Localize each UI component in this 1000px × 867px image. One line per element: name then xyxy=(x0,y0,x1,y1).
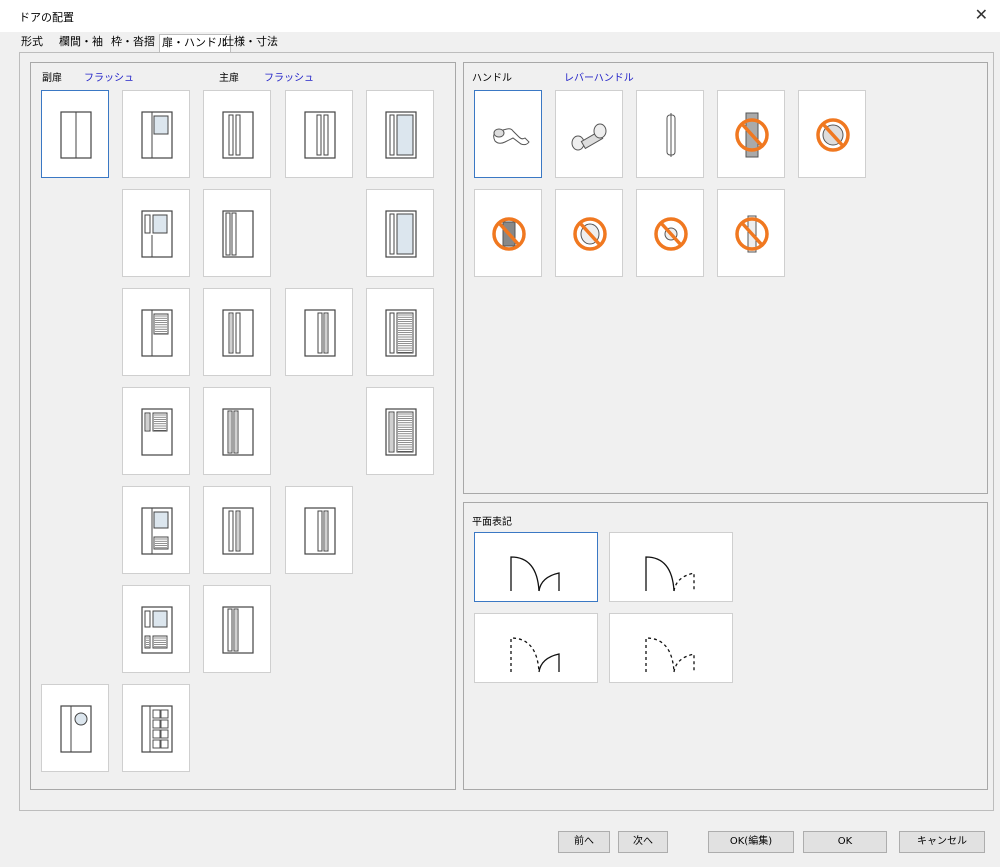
door-twin-striped-icon xyxy=(222,408,254,456)
tab-frame-sill[interactable]: 枠・沓摺 xyxy=(109,34,157,51)
tab-transom-side[interactable]: 欄間・袖 xyxy=(57,34,105,51)
door-type-window-top[interactable] xyxy=(122,90,190,178)
tab-format[interactable]: 形式 xyxy=(19,34,45,51)
door-type-frame-win[interactable] xyxy=(366,189,434,277)
plan-notation-dashed-left[interactable] xyxy=(474,613,598,683)
door-double-slit-icon xyxy=(222,210,254,258)
cancel-button[interactable]: キャンセル xyxy=(899,831,985,853)
sub-door-label: 副扉 xyxy=(42,73,62,84)
door-striped-slit-icon xyxy=(222,309,254,357)
plan-dashed-right-icon xyxy=(645,556,695,592)
door-type-window-louver[interactable] xyxy=(122,486,190,574)
main-door-label: 主扉 xyxy=(219,73,239,84)
plan-notation-solid-both[interactable] xyxy=(474,532,598,602)
door-type-slit-striped[interactable] xyxy=(203,486,271,574)
door-slit-right-icon xyxy=(304,111,336,159)
handle-type-plate-2[interactable] xyxy=(474,189,542,277)
door-window-top2-icon xyxy=(141,210,173,258)
close-icon[interactable]: ✕ xyxy=(975,5,988,24)
main-door-value: フラッシュ xyxy=(264,73,314,84)
window-title: ドアの配置 xyxy=(19,11,74,24)
door-type-louver-twin[interactable] xyxy=(122,387,190,475)
door-slit-center-icon xyxy=(222,111,254,159)
door-type-louver-frame[interactable] xyxy=(366,387,434,475)
door-frame-win-icon xyxy=(385,210,417,258)
door-slit-striped-r-icon xyxy=(304,507,336,555)
door-type-big-window[interactable] xyxy=(366,90,434,178)
handle-push-plate-icon xyxy=(735,112,769,158)
plan-solid-both-icon xyxy=(510,556,560,592)
door-type-flush-double[interactable] xyxy=(41,90,109,178)
door-type-louver-top[interactable] xyxy=(122,288,190,376)
door-louver-big-icon xyxy=(385,309,417,357)
sub-door-value: フラッシュ xyxy=(84,73,134,84)
plan-dashed-both-icon xyxy=(645,637,695,673)
handle-pull-icon xyxy=(666,113,676,157)
handle-type-round[interactable] xyxy=(798,90,866,178)
door-big-window-icon xyxy=(385,111,417,159)
tab-spec-dimension[interactable]: 仕様・寸法 xyxy=(221,34,280,51)
handle-plate-2-icon xyxy=(492,217,526,251)
handle-type-small-knob[interactable] xyxy=(636,189,704,277)
door-type-striped-slit[interactable] xyxy=(203,288,271,376)
handle-type-knob[interactable] xyxy=(555,90,623,178)
handle-type-flush-pull[interactable] xyxy=(717,189,785,277)
handle-knob-icon xyxy=(571,123,607,151)
plan-dashed-left-icon xyxy=(510,637,560,673)
door-type-window-top2[interactable] xyxy=(122,189,190,277)
door-win-louver-both-icon xyxy=(141,606,173,654)
door-flush-double-icon xyxy=(60,111,92,159)
door-striped-right-icon xyxy=(304,309,336,357)
door-type-twin-striped[interactable] xyxy=(203,387,271,475)
prev-button[interactable]: 前へ xyxy=(558,831,610,853)
handle-knob-2-icon xyxy=(573,217,607,251)
door-slit-striped-icon xyxy=(222,507,254,555)
door-grid-panels-icon xyxy=(141,705,173,753)
door-type-louver-big[interactable] xyxy=(366,288,434,376)
door-type-slit-right[interactable] xyxy=(285,90,353,178)
door-type-double-slit[interactable] xyxy=(203,189,271,277)
handle-lever-icon xyxy=(493,128,530,146)
door-type-slit-striped-r[interactable] xyxy=(285,486,353,574)
next-button[interactable]: 次へ xyxy=(618,831,668,853)
door-window-louver-icon xyxy=(141,507,173,555)
handle-flush-pull-icon xyxy=(735,215,769,253)
handle-type-knob-2[interactable] xyxy=(555,189,623,277)
door-louver-top-icon xyxy=(141,309,173,357)
plan-notation-dashed-right[interactable] xyxy=(609,532,733,602)
handle-small-knob-icon xyxy=(654,217,688,251)
ok-edit-button[interactable]: OK(編集) xyxy=(708,831,794,853)
door-type-porthole[interactable] xyxy=(41,684,109,772)
handle-type-lever[interactable] xyxy=(474,90,542,178)
door-louver-twin-icon xyxy=(141,408,173,456)
door-porthole-icon xyxy=(60,705,92,753)
handle-value: レバーハンドル xyxy=(564,73,634,84)
door-louver-frame-icon xyxy=(385,408,417,456)
plan-notation-dashed-both[interactable] xyxy=(609,613,733,683)
handle-type-pull[interactable] xyxy=(636,90,704,178)
door-type-slit-center[interactable] xyxy=(203,90,271,178)
handle-label: ハンドル xyxy=(472,73,512,84)
door-window-top-icon xyxy=(141,111,173,159)
door-type-grid-panels[interactable] xyxy=(122,684,190,772)
door-twin-slit-striped-icon xyxy=(222,606,254,654)
door-type-twin-slit-striped[interactable] xyxy=(203,585,271,673)
title-bar: ドアの配置 ✕ xyxy=(0,0,1000,32)
handle-type-push-plate[interactable] xyxy=(717,90,785,178)
ok-button[interactable]: OK xyxy=(803,831,887,853)
door-type-striped-right[interactable] xyxy=(285,288,353,376)
door-type-win-louver-both[interactable] xyxy=(122,585,190,673)
handle-round-icon xyxy=(816,118,850,152)
plan-notation-label: 平面表記 xyxy=(472,517,512,528)
